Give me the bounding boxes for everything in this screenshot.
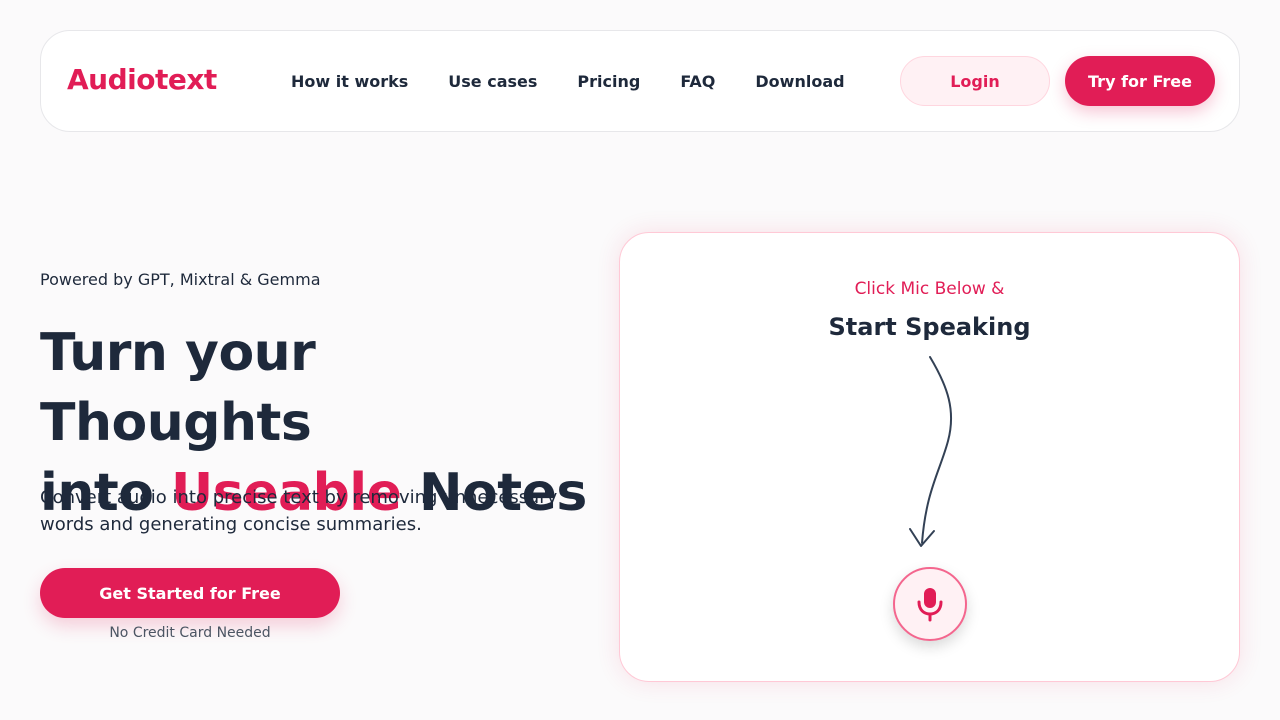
curved-arrow-down-icon xyxy=(909,356,953,547)
nav-link-download[interactable]: Download xyxy=(755,72,844,91)
nav-link-use-cases[interactable]: Use cases xyxy=(448,72,537,91)
login-button[interactable]: Login xyxy=(900,56,1050,106)
hero-title-line1: Turn your Thoughts xyxy=(40,323,316,453)
logo[interactable]: Audiotext xyxy=(67,63,217,96)
record-card: Click Mic Below & Start Speaking xyxy=(619,232,1240,682)
cta-note: No Credit Card Needed xyxy=(109,625,271,641)
hero-eyebrow: Powered by GPT, Mixtral & Gemma xyxy=(40,270,321,289)
navbar: Audiotext How it works Use cases Pricing… xyxy=(40,30,1240,132)
hero-subtitle: Convert audio into precise text by remov… xyxy=(40,487,558,535)
nav-links: How it works Use cases Pricing FAQ Downl… xyxy=(291,31,845,131)
get-started-button[interactable]: Get Started for Free xyxy=(40,568,340,618)
nav-link-how-it-works[interactable]: How it works xyxy=(291,72,408,91)
nav-link-pricing[interactable]: Pricing xyxy=(577,72,640,91)
mic-button[interactable] xyxy=(893,567,967,641)
record-hint: Click Mic Below & xyxy=(854,279,1005,299)
nav-link-faq[interactable]: FAQ xyxy=(680,72,715,91)
record-title: Start Speaking xyxy=(828,313,1031,341)
try-for-free-button[interactable]: Try for Free xyxy=(1065,56,1215,106)
microphone-icon xyxy=(917,588,943,622)
